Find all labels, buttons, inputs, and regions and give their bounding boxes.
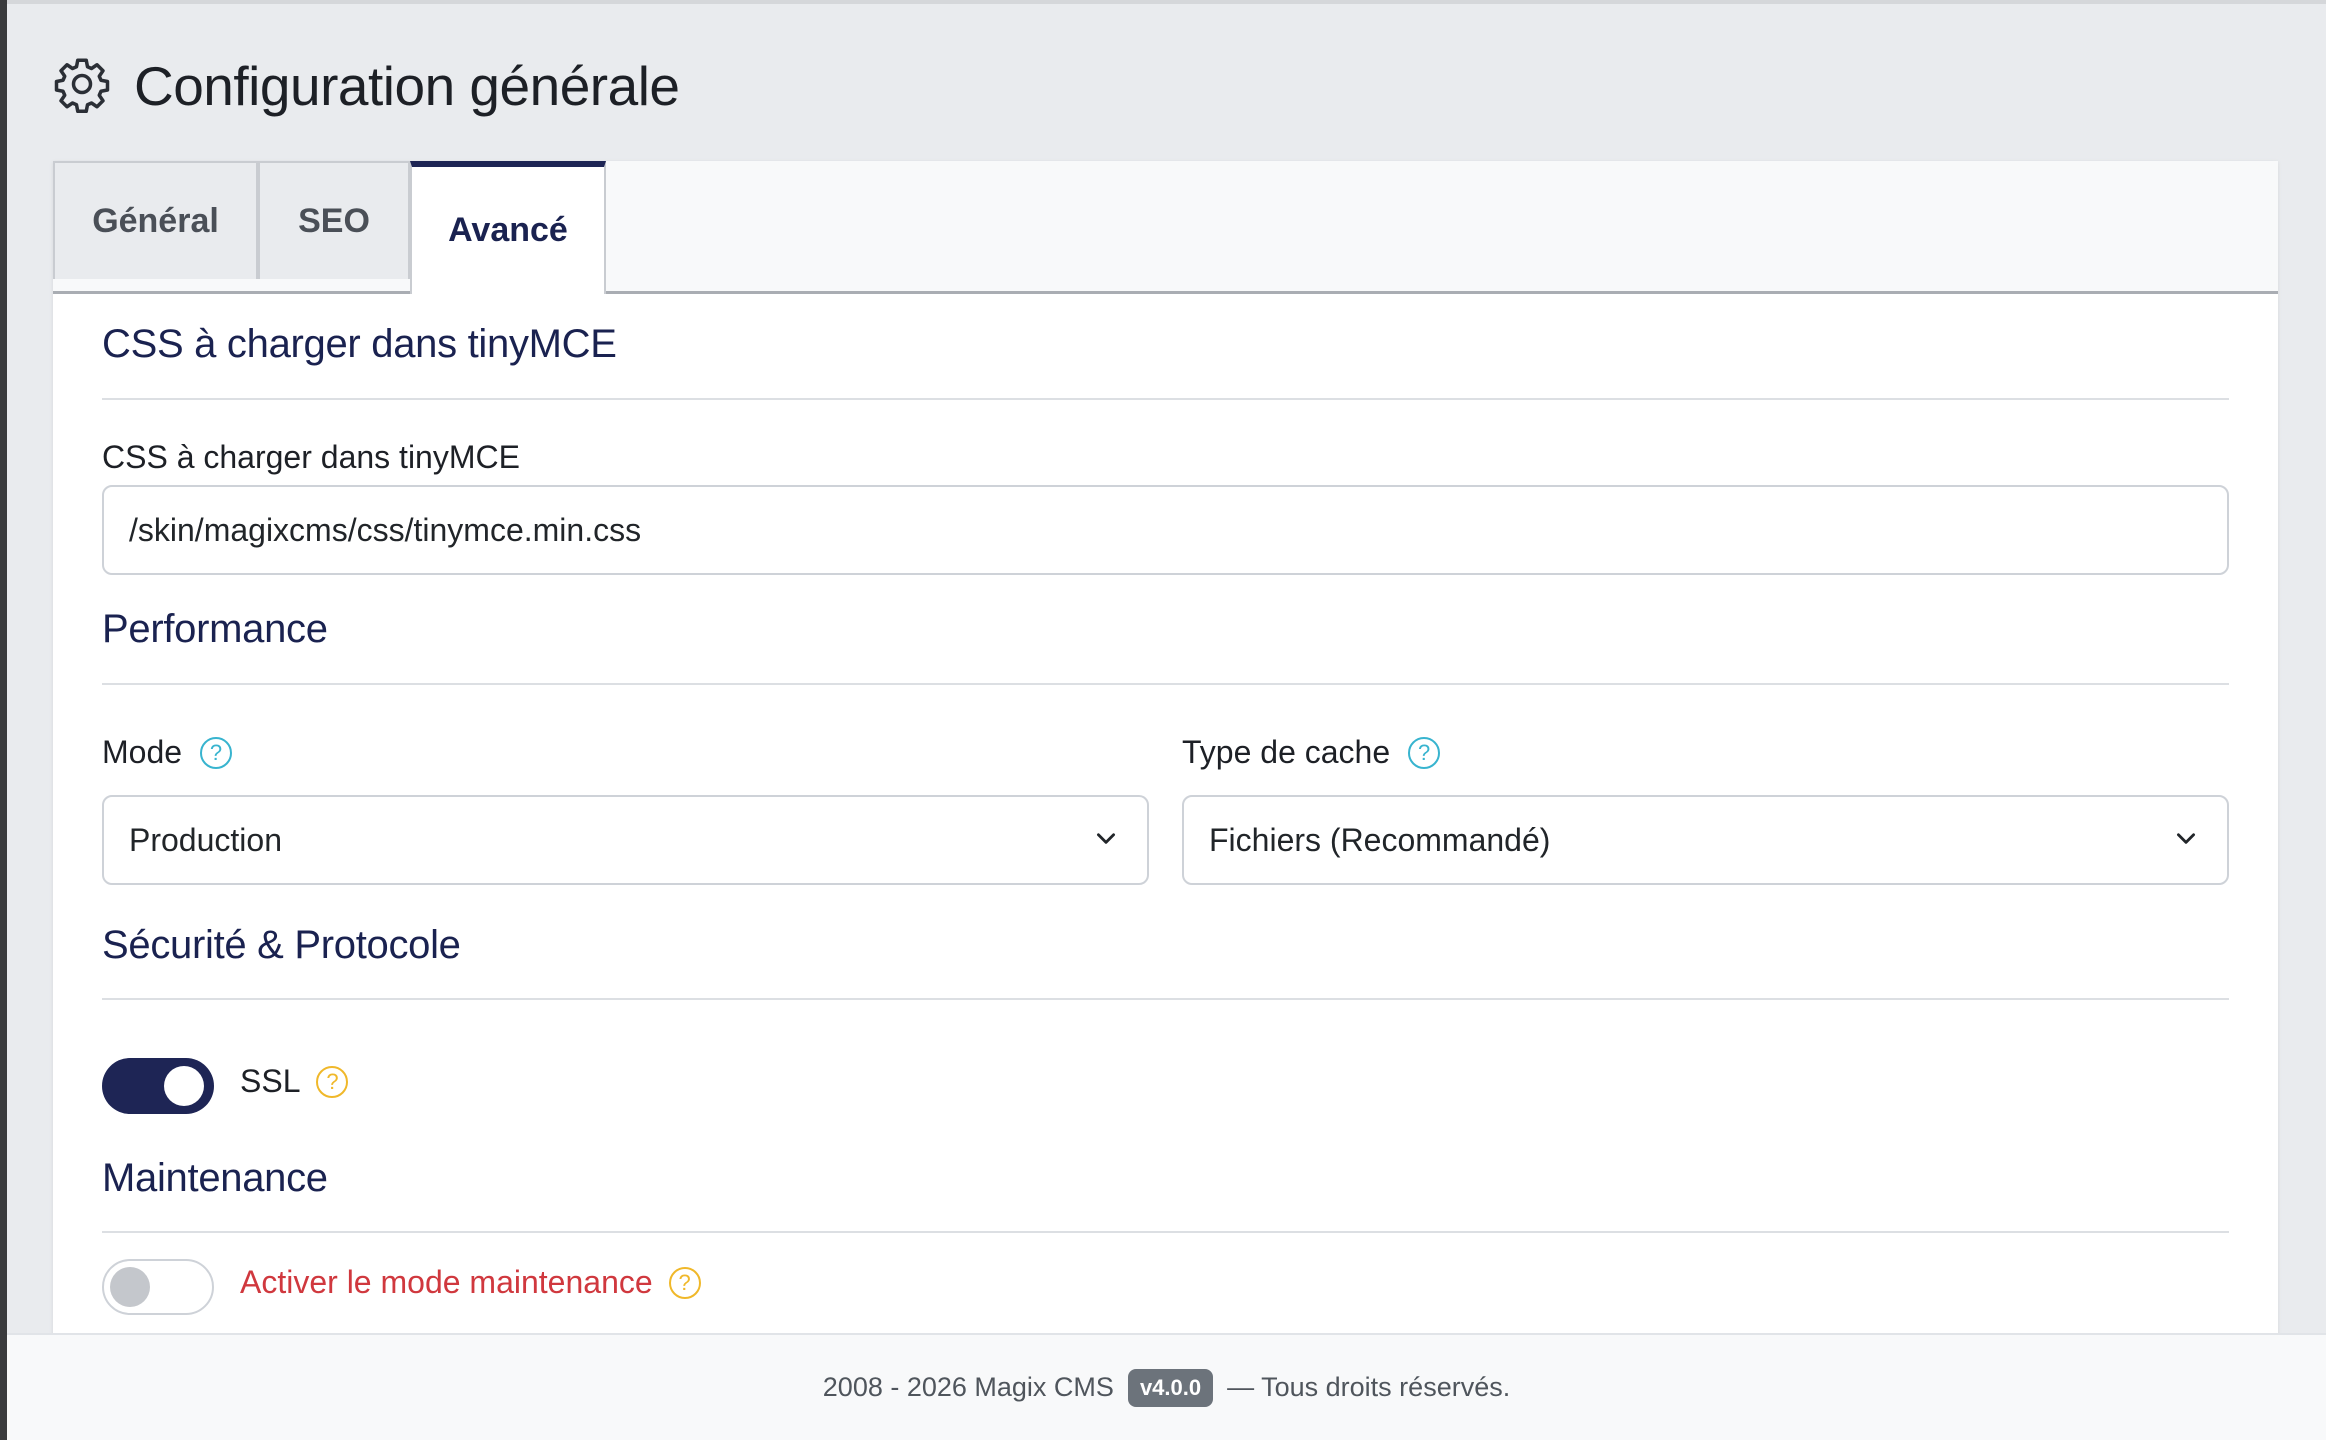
ssl-label: SSL ?	[240, 1063, 349, 1100]
cache-type-select[interactable]: Fichiers (Recommandé)	[1182, 795, 2229, 885]
mode-label-text: Mode	[102, 734, 183, 770]
section-title-security: Sécurité & Protocole	[102, 923, 461, 967]
maintenance-toggle[interactable]	[102, 1259, 214, 1315]
maintenance-label-text: Activer le mode maintenance	[240, 1264, 653, 1300]
help-icon[interactable]: ?	[316, 1065, 349, 1098]
chevron-down-icon	[2173, 822, 2199, 859]
mode-select-value: Production	[129, 821, 282, 858]
tab-advanced[interactable]: Avancé	[410, 161, 606, 294]
help-icon[interactable]: ?	[668, 1266, 701, 1299]
tab-general[interactable]: Général	[53, 161, 258, 279]
tab-bar: Général SEO Avancé	[53, 161, 2278, 294]
field-label-text: CSS à charger dans tinyMCE	[102, 439, 520, 475]
cache-label-text: Type de cache	[1182, 734, 1391, 770]
window-edge	[0, 0, 7, 1440]
help-icon[interactable]: ?	[1408, 736, 1441, 769]
section-divider	[102, 398, 2229, 400]
page-footer: 2008 - 2026 Magix CMS v4.0.0 — Tous droi…	[7, 1333, 2326, 1440]
cache-select-value: Fichiers (Recommandé)	[1209, 821, 1551, 858]
field-label-mode: Mode ?	[102, 734, 233, 771]
section-title-performance: Performance	[102, 607, 328, 651]
tinymce-css-input[interactable]	[102, 485, 2229, 575]
toggle-knob	[164, 1066, 204, 1106]
help-icon[interactable]: ?	[200, 736, 233, 769]
tab-seo[interactable]: SEO	[258, 161, 410, 279]
ssl-label-text: SSL	[240, 1063, 301, 1099]
section-divider	[102, 998, 2229, 1000]
chevron-down-icon	[1093, 822, 1119, 859]
page-title: Configuration générale	[134, 55, 680, 117]
maintenance-label: Activer le mode maintenance ?	[240, 1264, 701, 1301]
settings-card: Général SEO Avancé CSS à charger dans ti…	[53, 161, 2278, 1341]
mode-select[interactable]: Production	[102, 795, 1149, 885]
section-divider	[102, 1231, 2229, 1233]
ssl-toggle[interactable]	[102, 1058, 214, 1114]
section-title-tinymce: CSS à charger dans tinyMCE	[102, 322, 617, 366]
gear-icon	[52, 54, 112, 119]
footer-copyright: 2008 - 2026 Magix CMS	[822, 1372, 1114, 1402]
page-header: Configuration générale	[52, 52, 680, 120]
footer-rights: — Tous droits réservés.	[1227, 1372, 1511, 1402]
window-top-edge	[7, 0, 2326, 4]
app-frame: Configuration générale Général SEO Avanc…	[0, 0, 2326, 1440]
section-divider	[102, 683, 2229, 685]
version-badge: v4.0.0	[1127, 1368, 1214, 1407]
section-title-maintenance: Maintenance	[102, 1156, 328, 1200]
toggle-knob	[110, 1267, 150, 1307]
field-label-tinymce-css: CSS à charger dans tinyMCE	[102, 439, 520, 476]
field-label-cache-type: Type de cache ?	[1182, 734, 1441, 771]
